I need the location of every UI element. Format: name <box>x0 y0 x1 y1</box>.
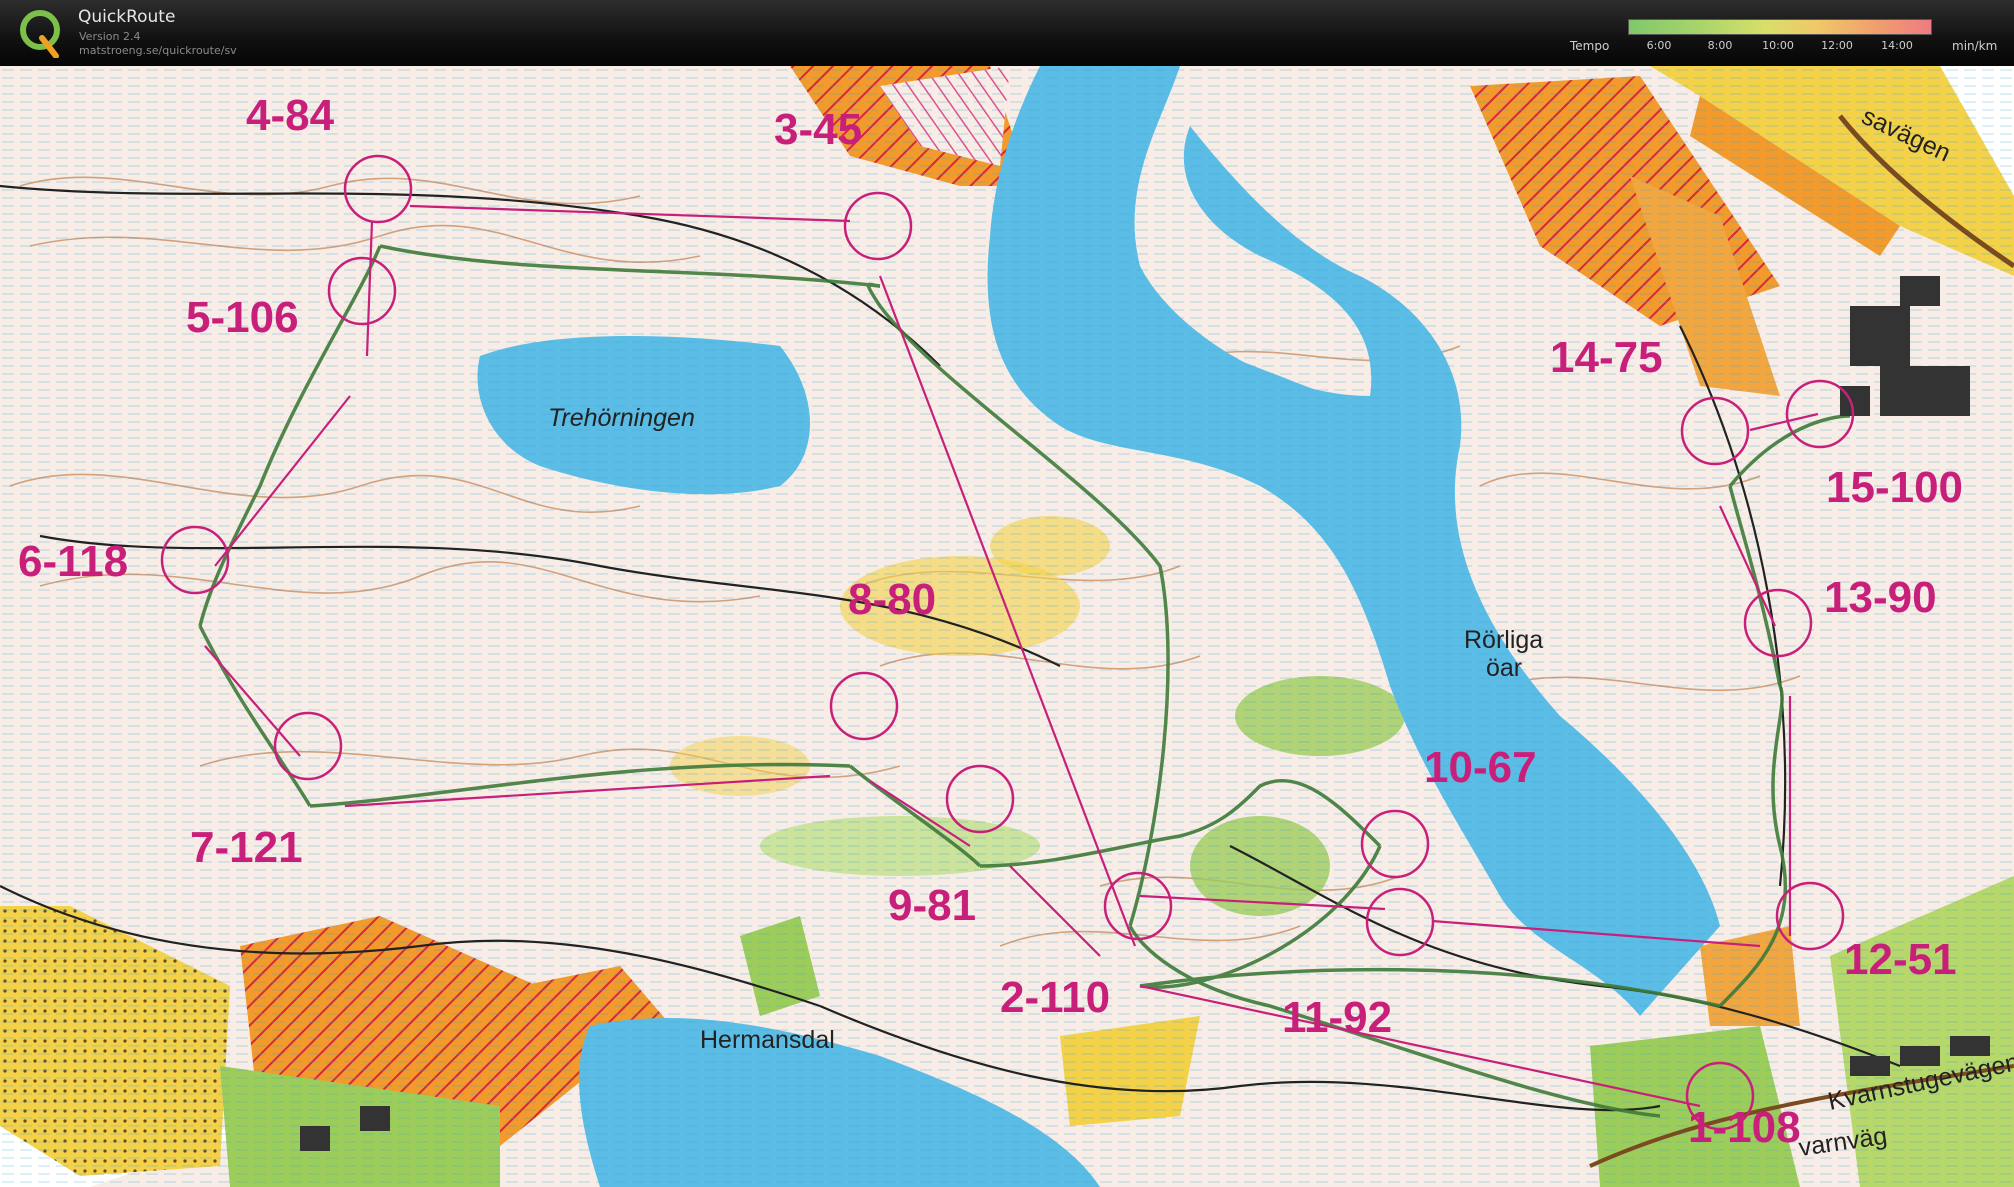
control-label-7: 7-121 <box>190 823 303 872</box>
app-title: QuickRoute <box>78 7 176 27</box>
control-label-8: 8-80 <box>848 575 936 624</box>
tempo-tick: 8:00 <box>1707 39 1733 52</box>
app-header: QuickRoute Version 2.4 matstroeng.se/qui… <box>0 0 2014 66</box>
islands-label-line2: öar <box>1486 654 1522 682</box>
control-label-5: 5-106 <box>186 293 299 342</box>
tempo-unit: min/km <box>1952 39 1998 53</box>
app-version: Version 2.4 <box>79 30 141 43</box>
lake-name-trehorningen: Trehörningen <box>548 404 695 432</box>
quickroute-logo-icon <box>20 10 60 58</box>
control-label-1: 1-108 <box>1688 1103 1801 1152</box>
tempo-tick: 10:00 <box>1762 39 1794 52</box>
control-label-11: 11-92 <box>1282 993 1392 1042</box>
control-label-4: 4-84 <box>246 91 335 140</box>
tempo-tick: 12:00 <box>1821 39 1853 52</box>
control-label-6: 6-118 <box>18 537 128 586</box>
bay-name-hermansdal: Hermansdal <box>700 1026 835 1054</box>
control-label-13: 13-90 <box>1824 573 1937 622</box>
orienteering-map[interactable]: 1-108 2-110 3-45 4-84 5-106 6-118 7-121 … <box>0 66 2014 1187</box>
map-canvas[interactable]: 1-108 2-110 3-45 4-84 5-106 6-118 7-121 … <box>0 66 2014 1187</box>
islands-label-line1: Rörliga <box>1464 626 1543 654</box>
tempo-label: Tempo <box>1570 39 1610 53</box>
control-label-9: 9-81 <box>888 881 976 930</box>
tempo-tick: 14:00 <box>1881 39 1913 52</box>
control-label-12: 12-51 <box>1844 935 1957 984</box>
control-label-15: 15-100 <box>1826 463 1963 512</box>
control-label-2: 2-110 <box>1000 973 1110 1022</box>
tempo-color-scale <box>1628 19 1932 35</box>
app-url: matstroeng.se/quickroute/sv <box>79 44 237 57</box>
tempo-tick: 6:00 <box>1646 39 1672 52</box>
control-label-14: 14-75 <box>1550 333 1663 382</box>
control-label-3: 3-45 <box>774 105 862 154</box>
control-label-10: 10-67 <box>1424 743 1537 792</box>
